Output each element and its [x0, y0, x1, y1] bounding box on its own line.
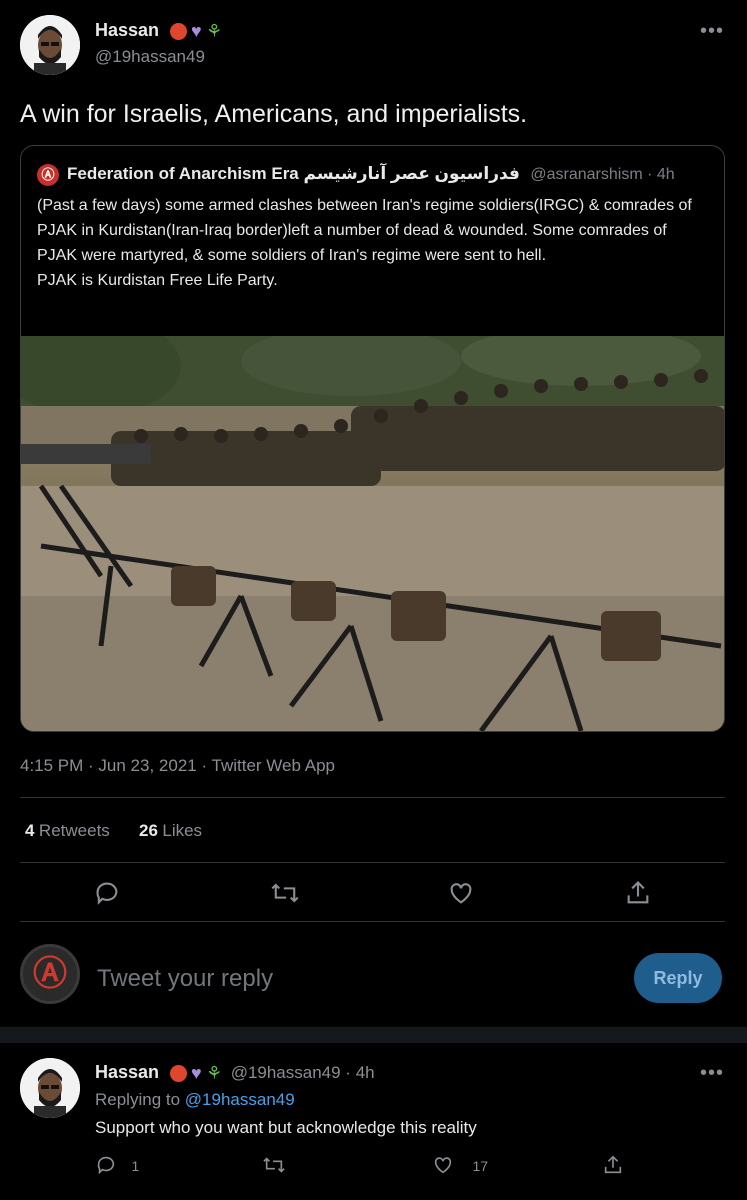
purple-heart-icon: ♥ — [190, 1063, 202, 1084]
retweets-label: Retweets — [38, 821, 110, 840]
retweets-stat[interactable]: 4 Retweets — [25, 821, 110, 841]
section-divider — [0, 1027, 747, 1043]
likes-count: 26 — [139, 821, 158, 840]
quoted-author-handle: @asranarshism — [530, 166, 643, 183]
retweet-icon[interactable] — [270, 879, 300, 912]
reply-input[interactable]: Tweet your reply — [97, 965, 273, 993]
reply-author-avatar[interactable] — [20, 1058, 80, 1118]
reply-more-options-icon[interactable]: ••• — [700, 1062, 724, 1085]
author-handle[interactable]: @19hassan49 — [95, 47, 205, 67]
reply-author-row: Hassan ♥ ⚘ @19hassan49 · 4h — [95, 1062, 375, 1084]
replying-to-handle[interactable]: @19hassan49 — [185, 1090, 295, 1109]
divider — [20, 862, 725, 863]
reply-like-action[interactable]: 17 — [432, 1154, 488, 1181]
reply-icon[interactable] — [93, 879, 121, 912]
like-count: 17 — [472, 1158, 489, 1174]
reply-reply-action[interactable]: 1 — [95, 1154, 139, 1181]
retweet-icon — [263, 1157, 285, 1173]
author-name[interactable]: Hassan — [95, 20, 159, 40]
purple-heart-icon: ♥ — [190, 21, 202, 42]
like-icon[interactable] — [447, 879, 475, 912]
reply-icon — [97, 1156, 115, 1175]
more-options-icon[interactable]: ••• — [700, 20, 724, 43]
reply-retweet-action[interactable] — [262, 1154, 286, 1181]
reply-button[interactable]: Reply — [634, 953, 722, 1003]
likes-stat[interactable]: 26 Likes — [139, 821, 202, 841]
quoted-author-row: Federation of Anarchism Era فدراسیون عصر… — [67, 164, 675, 184]
retweets-count: 4 — [25, 821, 35, 840]
quoted-tweet[interactable]: Ⓐ Federation of Anarchism Era فدراسیون ع… — [20, 145, 725, 732]
author-avatar[interactable] — [20, 15, 80, 75]
share-icon — [604, 1155, 622, 1174]
likes-label: Likes — [162, 821, 203, 840]
divider — [20, 797, 725, 798]
seedling-icon: ⚘ — [206, 1063, 223, 1084]
tweet-text: A win for Israelis, Americans, and imper… — [20, 100, 528, 128]
quoted-author-name: Federation of Anarchism Era فدراسیون عصر… — [67, 164, 520, 183]
reply-tweet-text: Support who you want but acknowledge thi… — [95, 1118, 477, 1137]
divider — [20, 921, 725, 922]
share-icon[interactable] — [624, 879, 652, 912]
tomato-icon — [169, 1065, 187, 1083]
tomato-icon — [169, 23, 187, 41]
replying-to-label: Replying to — [95, 1090, 181, 1109]
reply-share-action[interactable] — [602, 1154, 624, 1181]
replying-to: Replying to @19hassan49 — [95, 1090, 295, 1110]
reply-author-handle[interactable]: @19hassan49 · 4h — [231, 1063, 375, 1082]
like-icon — [434, 1157, 452, 1174]
author-name-row: Hassan ♥ ⚘ — [95, 20, 222, 42]
anarchy-logo-icon: Ⓐ — [33, 955, 67, 993]
tweet-timestamp[interactable]: 4:15 PM · Jun 23, 2021 · Twitter Web App — [20, 756, 335, 776]
current-user-avatar[interactable]: Ⓐ — [20, 944, 80, 1004]
quoted-tweet-text: (Past a few days) some armed clashes bet… — [37, 197, 692, 289]
reply-author-name[interactable]: Hassan — [95, 1062, 159, 1082]
quoted-tweet-photo[interactable] — [21, 336, 724, 731]
quoted-author-logo: Ⓐ — [37, 164, 59, 186]
seedling-icon: ⚘ — [206, 21, 223, 42]
quoted-tweet-age: · 4h — [647, 166, 675, 183]
reply-count: 1 — [131, 1158, 140, 1174]
